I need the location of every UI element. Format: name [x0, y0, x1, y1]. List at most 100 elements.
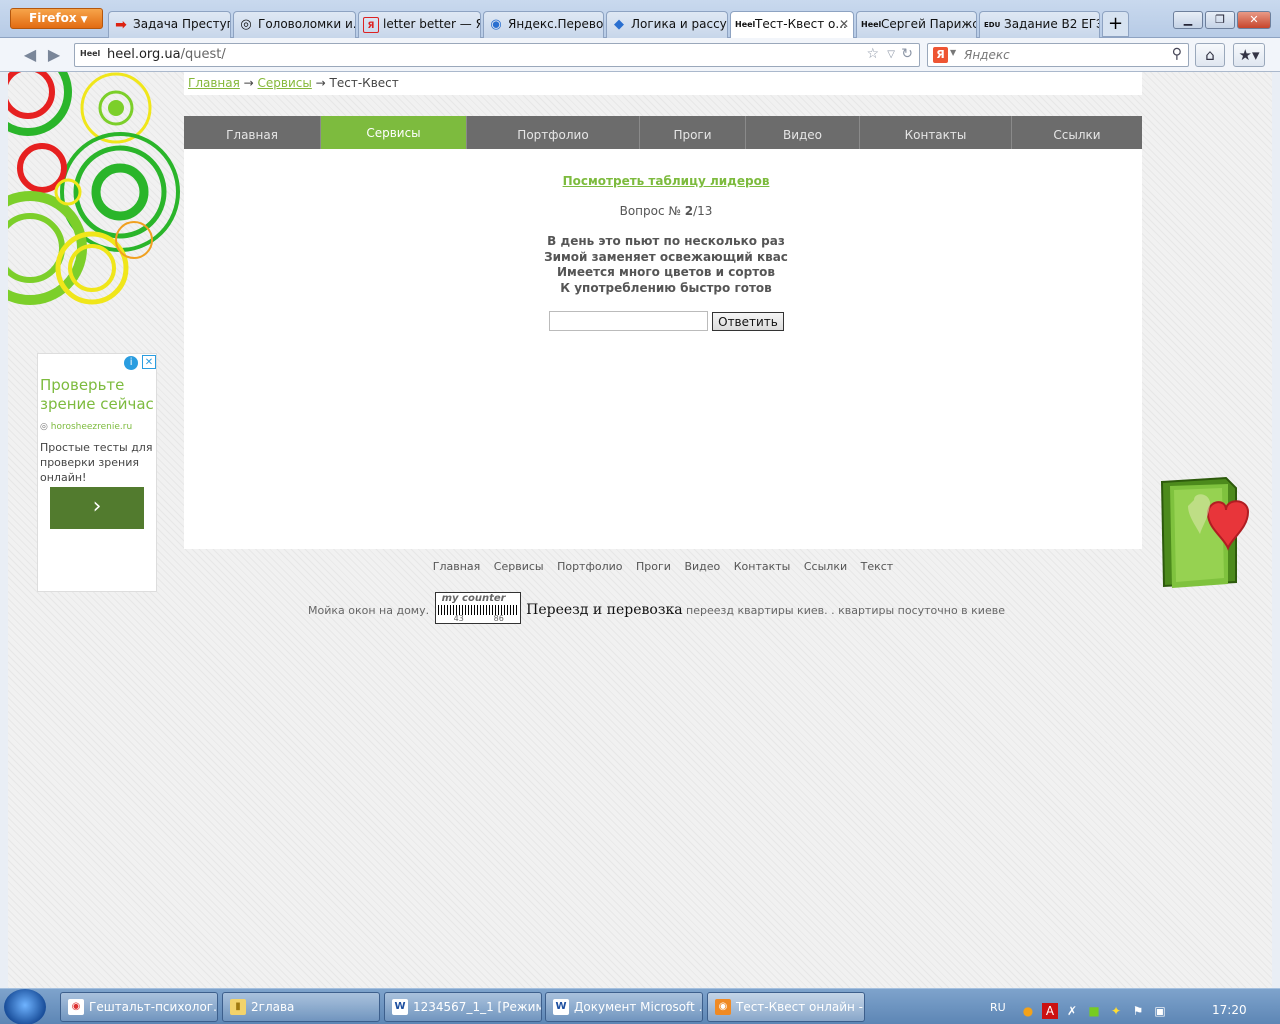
tool-icon[interactable]: ✗: [1064, 1003, 1080, 1019]
taskbar-item-label: Документ Microsoft ...: [574, 1000, 703, 1014]
taskbar-item-firefox[interactable]: ◉ Тест-Квест онлайн -...: [707, 992, 865, 1022]
start-button[interactable]: [4, 989, 46, 1024]
url-host: heel.org.ua: [107, 47, 181, 62]
network-icon[interactable]: ▣: [1152, 1003, 1168, 1019]
ad-block[interactable]: i ✕ Проверьте зрение сейчас ◎ horosheezr…: [37, 353, 157, 592]
tab-2[interactable]: ◎ Головоломки и...: [233, 11, 356, 38]
window-close-button[interactable]: ✕: [1237, 11, 1271, 29]
answer-input[interactable]: [549, 311, 708, 331]
riddle-text: В день это пьют по несколько раз Зимой з…: [184, 234, 1148, 296]
tab-label: letter better — Я...: [383, 17, 480, 31]
footer-link-links[interactable]: Ссылки: [804, 560, 847, 573]
tab-8[interactable]: EDU Задание В2 ЕГЭ ...: [979, 11, 1100, 38]
clock[interactable]: 17:20: [1212, 1003, 1247, 1017]
yandex-engine-icon[interactable]: Я: [933, 47, 948, 63]
footer-link-portfolio[interactable]: Портфолио: [557, 560, 622, 573]
minimize-button[interactable]: ▁: [1173, 11, 1203, 29]
question-number: 2: [684, 204, 694, 218]
globe-icon: ◎: [40, 422, 48, 432]
footer-link-programs[interactable]: Проги: [636, 560, 671, 573]
ad-title[interactable]: Проверьте зрение сейчас: [40, 376, 156, 414]
search-bar[interactable]: Я ▼ Яндекс ⚲: [927, 43, 1189, 67]
leaderboard-link[interactable]: Посмотреть таблицу лидеров: [563, 174, 770, 188]
riddle-line: Имеется много цветов и сортов: [556, 265, 776, 279]
flag-icon[interactable]: ⚑: [1130, 1003, 1146, 1019]
footer-link-text[interactable]: Текст: [861, 560, 894, 573]
menu-item-contacts[interactable]: Контакты: [860, 116, 1012, 149]
update-icon[interactable]: ●: [1020, 1003, 1036, 1019]
breadcrumb: Главная → Сервисы → Тест-Квест: [184, 72, 1142, 95]
ad-close-icon[interactable]: ✕: [142, 355, 156, 369]
firefox-menu-button[interactable]: Firefox ▼: [10, 8, 103, 29]
answer-submit-button[interactable]: Ответить: [712, 312, 784, 331]
ad-info-icon[interactable]: i: [124, 356, 139, 370]
tab-label: Задание В2 ЕГЭ ...: [1004, 17, 1099, 31]
site-identity-icon[interactable]: Heel: [80, 49, 100, 58]
taskbar-item-folder[interactable]: ▮ 2глава: [222, 992, 380, 1022]
new-tab-button[interactable]: +: [1102, 11, 1129, 37]
breadcrumb-services-link[interactable]: Сервисы: [258, 76, 312, 90]
page-viewport: Главная → Сервисы → Тест-Квест Главная С…: [8, 72, 1272, 988]
footer-link-services[interactable]: Сервисы: [494, 560, 544, 573]
chevron-down-icon: ▼: [80, 15, 88, 25]
back-icon[interactable]: ◀: [18, 44, 42, 66]
taskbar-item-label: Тест-Квест онлайн -...: [736, 1000, 865, 1014]
taskbar-item-label: 1234567_1_1 [Режим...: [413, 1000, 542, 1014]
menu-item-video[interactable]: Видео: [746, 116, 860, 149]
browser-titlebar: Firefox▼ ➡ Задача Преступ... ◎ Головолом…: [0, 0, 1280, 39]
ad-arrow-button[interactable]: ›: [50, 487, 144, 529]
footer-link-home[interactable]: Главная: [433, 560, 481, 573]
ad-description: Простые тесты для проверки зрения онлайн…: [40, 441, 153, 484]
nvidia-icon[interactable]: ■: [1086, 1003, 1102, 1019]
footer-link-contacts[interactable]: Контакты: [734, 560, 791, 573]
language-indicator[interactable]: RU: [990, 1001, 1006, 1014]
tab-active-test-quest[interactable]: Heel Тест-Квест о... ✕: [730, 11, 854, 39]
logic-icon: ◆: [614, 17, 624, 32]
tab-4[interactable]: ◉ Яндекс.Перевод: [483, 11, 604, 38]
footer-ad-link-1[interactable]: Мойка окон на дому.: [308, 604, 429, 617]
taskbar-item-word-1[interactable]: W 1234567_1_1 [Режим...: [384, 992, 542, 1022]
ad-domain[interactable]: ◎ horosheezrenie.ru: [40, 422, 132, 432]
footer-ad-link-2[interactable]: Переезд и перевозка: [526, 602, 682, 618]
bookmarks-button[interactable]: ★▾: [1233, 43, 1265, 67]
taskbar-item-chrome[interactable]: ◉ Гештальт-психолог...: [60, 992, 218, 1022]
tab-label: Яндекс.Перевод: [508, 17, 604, 31]
home-button[interactable]: ⌂: [1195, 43, 1225, 67]
acrobat-icon[interactable]: A: [1042, 1003, 1058, 1019]
taskbar-item-word-2[interactable]: W Документ Microsoft ...: [545, 992, 703, 1022]
url-path: /quest/: [180, 47, 226, 62]
menu-item-portfolio[interactable]: Портфолио: [467, 116, 640, 149]
tab-5[interactable]: ◆ Логика и рассу...: [606, 11, 728, 38]
footer-link-video[interactable]: Видео: [684, 560, 720, 573]
breadcrumb-current: Тест-Квест: [329, 76, 399, 90]
breadcrumb-separator: →: [311, 76, 330, 90]
riddle-line: Зимой заменяет освежающий квас: [544, 249, 788, 264]
forward-icon[interactable]: ▶: [42, 44, 66, 66]
translate-icon: ◉: [490, 17, 502, 32]
menu-item-programs[interactable]: Проги: [640, 116, 746, 149]
ad-domain-text: horosheezrenie.ru: [50, 422, 133, 432]
history-dropdown-icon[interactable]: ▽: [887, 49, 895, 60]
heel-site-icon: Heel: [735, 20, 756, 29]
engine-dropdown-icon[interactable]: ▼: [950, 48, 956, 57]
url-bar[interactable]: Heel heel.org.ua/quest/ ☆ ▽ ↻: [74, 43, 920, 67]
tab-3[interactable]: Я letter better — Я...: [358, 11, 481, 38]
tab-7[interactable]: Heel Сергей Парижс...: [856, 11, 977, 38]
firefox-menu-label: Firefox: [29, 11, 77, 25]
mycounter-badge[interactable]: my counter 43 86: [434, 592, 521, 624]
folder-heart-icon[interactable]: [1156, 474, 1260, 592]
search-icon[interactable]: ⚲: [1172, 46, 1182, 62]
tab-close-icon[interactable]: ✕: [839, 12, 849, 36]
tab-1[interactable]: ➡ Задача Преступ...: [108, 11, 231, 38]
reload-icon[interactable]: ↻: [901, 46, 913, 62]
footer-ad-link-3[interactable]: переезд квартиры киев. . квартиры посуто…: [686, 604, 1005, 617]
menu-item-services[interactable]: Сервисы: [321, 116, 467, 149]
bookmark-star-icon[interactable]: ☆: [866, 46, 879, 62]
maximize-button[interactable]: ❐: [1205, 11, 1235, 29]
menu-item-home[interactable]: Главная: [184, 116, 321, 149]
menu-item-links[interactable]: Ссылки: [1012, 116, 1142, 149]
breadcrumb-home-link[interactable]: Главная: [188, 76, 240, 90]
edu-site-icon: EDU: [984, 21, 1001, 29]
star-icon[interactable]: ✦: [1108, 1003, 1124, 1019]
search-placeholder: Яндекс: [964, 48, 1010, 62]
